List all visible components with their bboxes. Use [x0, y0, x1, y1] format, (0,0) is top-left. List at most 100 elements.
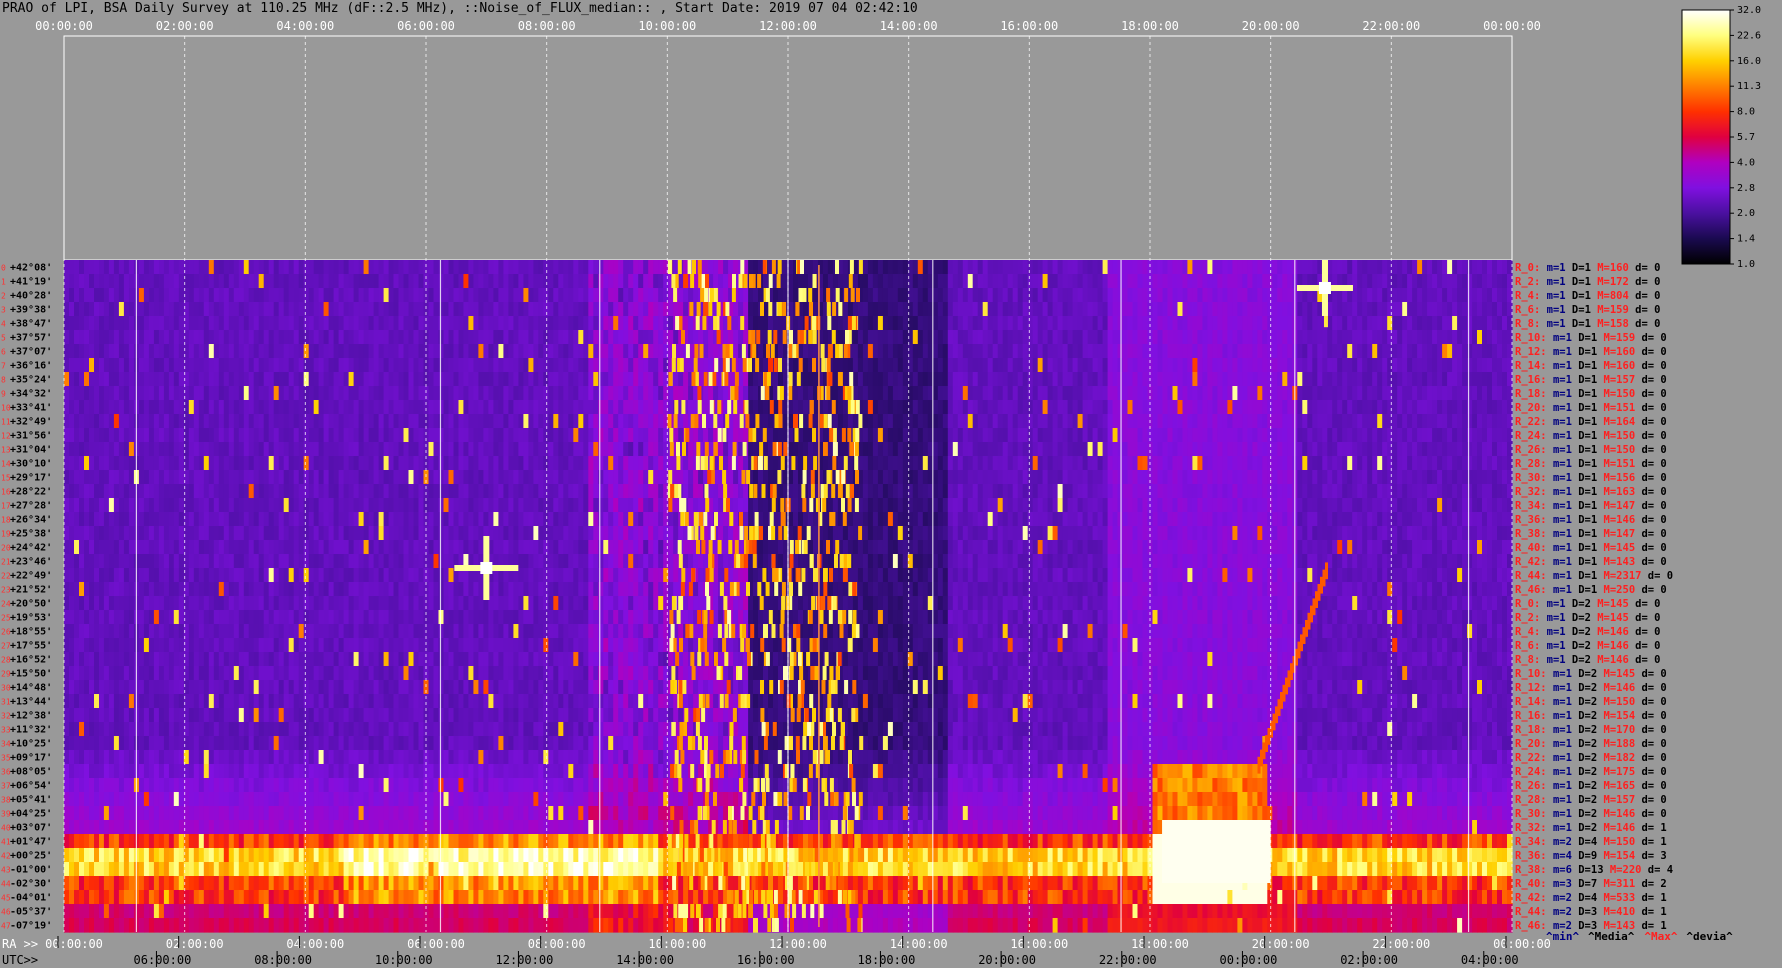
heatmap-cell	[1237, 274, 1243, 289]
heatmap-cell	[1347, 302, 1353, 317]
heatmap-cell	[438, 414, 445, 429]
heatmap-cell	[1137, 400, 1144, 415]
heatmap-cell	[548, 316, 554, 331]
heatmap-cell	[688, 358, 694, 373]
heatmap-cell	[358, 372, 365, 387]
heatmap-cell	[323, 274, 330, 289]
heatmap-cell	[123, 302, 130, 317]
heatmap-cell	[748, 386, 754, 401]
heatmap-cell	[1122, 470, 1129, 485]
heatmap-cell	[603, 316, 609, 331]
heatmap-cell	[348, 316, 355, 331]
heatmap-cell	[947, 316, 954, 331]
heatmap-cell	[1432, 316, 1438, 331]
heatmap-cell	[653, 428, 659, 443]
heatmap-cell	[148, 344, 155, 359]
heatmap-cell	[503, 484, 509, 499]
heatmap-cell	[123, 344, 130, 359]
heatmap-cell	[1462, 358, 1468, 373]
heatmap-cell	[403, 316, 410, 331]
heatmap-cell	[1362, 456, 1368, 471]
heatmap-cell	[997, 386, 1004, 401]
heatmap-cell	[428, 470, 435, 485]
heatmap-cell	[862, 372, 869, 387]
heatmap-cell	[193, 316, 200, 331]
heatmap-cell	[1467, 428, 1473, 443]
heatmap-cell	[228, 400, 235, 415]
heatmap-cell	[1107, 260, 1114, 275]
heatmap-cell	[967, 330, 974, 345]
heatmap-cell	[193, 260, 200, 275]
heatmap-cell	[528, 484, 534, 499]
heatmap-cell	[468, 302, 474, 317]
heatmap-cell	[1457, 344, 1463, 359]
heatmap-cell	[1442, 372, 1448, 387]
heatmap-cell	[947, 372, 954, 387]
heatmap-cell	[1462, 400, 1468, 415]
heatmap-cell	[1352, 372, 1358, 387]
heatmap-cell	[1212, 400, 1218, 415]
heatmap-cell	[1117, 442, 1124, 457]
heatmap-cell	[703, 344, 709, 359]
heatmap-cell	[643, 302, 649, 317]
heatmap-cell	[813, 400, 819, 415]
heatmap-cell	[1237, 428, 1243, 443]
heatmap-cell	[1442, 442, 1448, 457]
heatmap-cell	[842, 400, 849, 415]
heatmap-cell	[268, 274, 275, 289]
heatmap-cell	[1252, 288, 1258, 303]
heatmap-cell	[543, 330, 549, 345]
heatmap-cell	[1052, 442, 1059, 457]
heatmap-cell	[618, 442, 624, 457]
heatmap-cell	[443, 274, 450, 289]
heatmap-cell	[248, 386, 255, 401]
heatmap-cell	[837, 414, 844, 429]
heatmap-cell	[348, 498, 355, 513]
heatmap-cell	[1177, 330, 1184, 345]
heatmap-cell	[623, 330, 629, 345]
heatmap-cell	[178, 498, 185, 513]
heatmap-cell	[1072, 372, 1079, 387]
heatmap-cell	[328, 442, 335, 457]
heatmap-cell	[438, 484, 445, 499]
heatmap-cell	[218, 316, 225, 331]
heatmap-cell	[922, 400, 929, 415]
heatmap-cell	[1457, 442, 1463, 457]
heatmap-cell	[867, 330, 874, 345]
heatmap-cell	[1062, 260, 1069, 275]
heatmap-cell	[1462, 330, 1468, 345]
heatmap-cell	[128, 484, 135, 499]
heatmap-cell	[1492, 330, 1498, 345]
heatmap-cell	[937, 442, 944, 457]
heatmap-cell	[733, 260, 739, 275]
heatmap-cell	[89, 428, 95, 443]
heatmap-cell	[268, 484, 275, 499]
heatmap-cell	[1502, 260, 1508, 275]
heatmap-cell	[758, 288, 764, 303]
heatmap-cell	[1307, 372, 1313, 387]
heatmap-cell	[263, 442, 270, 457]
heatmap-cell	[1447, 372, 1453, 387]
heatmap-cell	[623, 470, 629, 485]
heatmap-cell	[638, 400, 644, 415]
heatmap-cell	[538, 372, 544, 387]
heatmap-cell	[533, 414, 539, 429]
heatmap-cell	[368, 344, 375, 359]
heatmap-cell	[1042, 470, 1049, 485]
heatmap-cell	[1072, 456, 1079, 471]
heatmap-cell	[89, 288, 95, 303]
heatmap-cell	[383, 358, 390, 373]
heatmap-cell	[1337, 470, 1343, 485]
heatmap-cell	[318, 400, 325, 415]
heatmap-cell	[593, 344, 599, 359]
heatmap-cell	[1127, 428, 1134, 443]
heatmap-cell	[383, 316, 390, 331]
heatmap-cell	[837, 358, 844, 373]
heatmap-cell	[1297, 330, 1303, 345]
heatmap-cell	[148, 288, 155, 303]
heatmap-cell	[243, 498, 250, 513]
heatmap-cell	[1092, 302, 1099, 317]
heatmap-cell	[313, 456, 320, 471]
heatmap-cell	[89, 372, 95, 387]
heatmap-cell	[1097, 470, 1104, 485]
